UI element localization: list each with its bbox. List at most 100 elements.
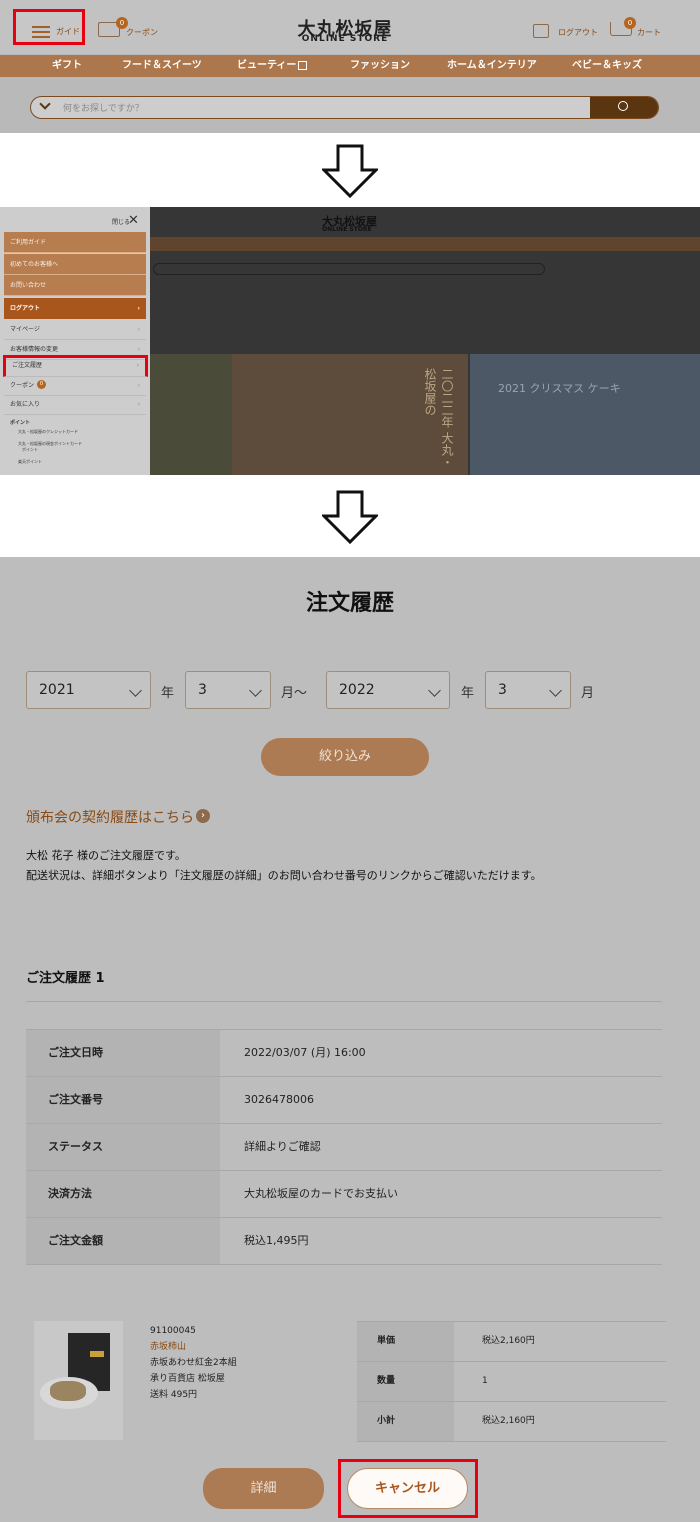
- search-input[interactable]: 何をお探しですか？: [63, 101, 144, 114]
- cancel-button[interactable]: キャンセル: [347, 1468, 468, 1509]
- order-row-payment: 決済方法 大丸松坂屋のカードでお支払い: [26, 1171, 662, 1218]
- dimmed-search: [153, 263, 545, 275]
- chevron-right-circle-icon[interactable]: ›: [196, 809, 210, 823]
- chevron-down-icon: [249, 684, 262, 697]
- nav-gift[interactable]: ギフト: [52, 55, 82, 77]
- cake-text: 2021 クリスマス ケーキ: [498, 382, 621, 395]
- product-name: 赤坂あわせ紅金2本組: [150, 1358, 237, 1368]
- osechi-text: 二〇二二年 大丸・松坂屋の: [423, 368, 454, 468]
- close-icon[interactable]: ✕: [128, 213, 139, 228]
- row-value: 2022/03/07 (月) 16:00: [244, 1046, 366, 1059]
- to-month-value: 3: [498, 682, 507, 698]
- dimmed-logo-subtitle: ONLINE STORE: [322, 226, 372, 233]
- year-label: 年: [161, 686, 175, 701]
- month-range-label: 月～: [281, 686, 308, 701]
- search-button[interactable]: [590, 97, 658, 118]
- chevron-down-icon: [428, 684, 441, 697]
- nav-baby[interactable]: ベビー＆キッズ: [572, 55, 642, 77]
- menu-item-label: お気に入り: [10, 401, 41, 408]
- from-month-select[interactable]: 3: [185, 671, 271, 709]
- menu-item-logout[interactable]: ログアウト ›: [4, 298, 146, 319]
- row-value: 大丸松坂屋のカードでお支払い: [244, 1187, 398, 1200]
- order-row-number: ご注文番号 3026478006: [26, 1077, 662, 1124]
- menu-item-mypage[interactable]: マイページ ›: [4, 319, 146, 340]
- detail-button[interactable]: 詳細: [203, 1468, 324, 1509]
- menu-item-label: ログアウト: [10, 305, 41, 312]
- menu-item-label: クーポン: [10, 382, 35, 389]
- to-month-select[interactable]: 3: [485, 671, 571, 709]
- chevron-right-icon: ›: [137, 239, 140, 246]
- menu-item-order-history[interactable]: ご注文履歴 ›: [3, 355, 148, 377]
- nav-home[interactable]: ホーム＆インテリア: [447, 55, 537, 77]
- nav-food[interactable]: フード＆スイーツ: [122, 55, 202, 77]
- external-link-icon: [298, 61, 307, 70]
- row-value: 税込2,160円: [482, 1336, 535, 1346]
- menu-item-coupon[interactable]: クーポン 0 ›: [4, 375, 146, 396]
- logout-link[interactable]: ログアウト: [558, 27, 598, 38]
- side-menu: 閉じる ✕ ご利用ガイド › 初めてのお客様へ › お問い合わせ › ログアウト › マ…: [0, 207, 150, 475]
- to-year-value: 2022: [339, 682, 375, 698]
- category-nav: ギフト フード＆スイーツ ビューティー ファッション ホーム＆インテリア ベビー…: [0, 55, 700, 77]
- to-year-select[interactable]: 2022: [326, 671, 450, 709]
- product-shipping: 送料 495円: [150, 1390, 198, 1400]
- christmas-cake-banner: 2021 クリスマス ケーキ: [470, 354, 700, 475]
- item-row-price: 単価 税込2,160円: [357, 1322, 666, 1362]
- guide-label: ガイド: [56, 27, 80, 36]
- intro-line-1: 大松 花子 様のご注文履歴です。: [26, 849, 186, 862]
- menu-item-label: 初めてのお客様へ: [10, 261, 59, 268]
- chevron-down-icon: [129, 684, 142, 697]
- order-history-panel: 注文履歴 2021 年 3 月～ 2022 年 3 月 絞り込み 頒布会の契約履…: [0, 557, 700, 1522]
- month-label: 月: [581, 686, 595, 701]
- menu-item-rakuten[interactable]: 楽天ポイント: [18, 459, 42, 465]
- from-year-value: 2021: [39, 682, 75, 698]
- menu-item-first-time[interactable]: 初めてのお客様へ ›: [4, 254, 146, 275]
- chevron-right-icon: ›: [137, 326, 140, 333]
- nav-fashion[interactable]: ファッション: [350, 55, 410, 77]
- product-code: 91100045: [150, 1326, 196, 1336]
- cart-count-badge: 0: [624, 17, 636, 29]
- product-crackers: [50, 1381, 86, 1401]
- lock-icon[interactable]: [533, 24, 549, 38]
- menu-item-label: お客様情報の変更: [10, 346, 59, 353]
- menu-item-favorites[interactable]: お気に入り ›: [4, 394, 146, 415]
- order-row-amount: ご注文金額 税込1,495円: [26, 1218, 662, 1265]
- product-brand-link[interactable]: 赤坂柿山: [150, 1339, 237, 1355]
- menu-item-contact[interactable]: お問い合わせ ›: [4, 275, 146, 296]
- nav-beauty[interactable]: ビューティー: [237, 55, 296, 77]
- subscription-history-link[interactable]: 頒布会の契約履歴はこちら: [26, 807, 194, 827]
- chevron-down-icon[interactable]: [39, 98, 51, 110]
- hamburger-icon: [32, 26, 50, 28]
- cart-label[interactable]: カート: [637, 27, 661, 38]
- row-key: 決済方法: [26, 1171, 220, 1217]
- row-value: 税込1,495円: [244, 1234, 309, 1247]
- chevron-right-icon: ›: [137, 282, 140, 289]
- row-key: ご注文番号: [26, 1077, 220, 1123]
- row-key: ご注文日時: [26, 1030, 220, 1076]
- menu-item-label: ご注文履歴: [12, 362, 43, 369]
- menu-item-label: ご利用ガイド: [10, 239, 47, 246]
- guide-menu-button[interactable]: ガイド: [13, 9, 85, 45]
- points-heading: ポイント: [10, 420, 31, 426]
- coupon-badge: 0: [37, 380, 46, 389]
- chevron-right-icon: ›: [137, 305, 140, 312]
- item-row-qty: 数量 1: [357, 1362, 666, 1402]
- from-year-select[interactable]: 2021: [26, 671, 151, 709]
- menu-item-point-sub: ポイント: [22, 447, 38, 452]
- intro-line-2: 配送状況は、詳細ボタンより「注文履歴の詳細」のお問い合わせ番号のリンクからご確認…: [26, 869, 542, 882]
- row-key: ステータス: [26, 1124, 220, 1170]
- chevron-right-icon: ›: [137, 261, 140, 268]
- filter-button[interactable]: 絞り込み: [261, 738, 429, 776]
- from-month-value: 3: [198, 682, 207, 698]
- item-row-subtotal: 小計 税込2,160円: [357, 1402, 666, 1442]
- header-panel: ガイド 0 クーポン 大丸松坂屋 ONLINE STORE ログアウト 0 カー…: [0, 0, 700, 133]
- search-bar[interactable]: 何をお探しですか？: [30, 96, 659, 119]
- menu-item-guide[interactable]: ご利用ガイド ›: [4, 232, 146, 253]
- down-arrow-icon: [322, 144, 378, 198]
- menu-item-credit-card[interactable]: 大丸・松坂屋のクレジットカード: [18, 429, 78, 435]
- down-arrow-icon: [322, 490, 378, 544]
- search-icon: [618, 101, 628, 111]
- promo-image: [150, 354, 232, 475]
- product-image[interactable]: [34, 1321, 123, 1440]
- coupon-label[interactable]: クーポン: [126, 27, 158, 38]
- chevron-right-icon: ›: [137, 401, 140, 408]
